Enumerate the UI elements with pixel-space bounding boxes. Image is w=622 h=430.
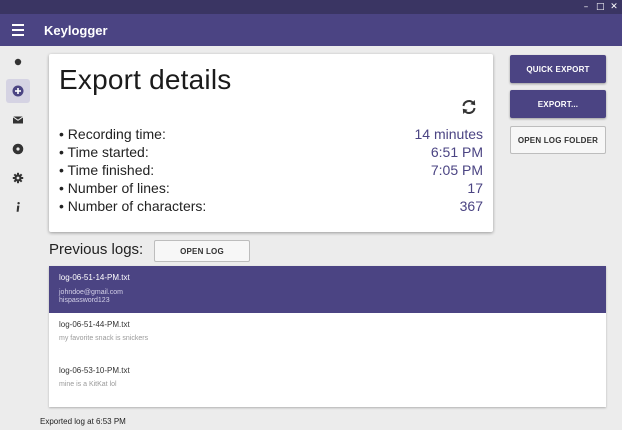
detail-row-time-finished: • Time finished: 7:05 PM	[59, 161, 483, 179]
list-item[interactable]: log-06-53-10-PM.txt mine is a KitKat lol	[49, 359, 606, 407]
list-item[interactable]: log-06-51-44-PM.txt my favorite snack is…	[49, 313, 606, 359]
settings-gear-icon[interactable]	[6, 166, 30, 190]
detail-value: 17	[467, 180, 483, 196]
detail-row-number-of-lines: • Number of lines: 17	[59, 179, 483, 197]
side-navigation	[0, 46, 36, 430]
window-titlebar: – □ ✕	[0, 0, 622, 14]
detail-label: • Time finished:	[59, 162, 155, 178]
log-filename: log-06-51-44-PM.txt	[59, 320, 130, 329]
log-preview-line: mine is a KitKat lol	[59, 381, 117, 388]
detail-label: • Time started:	[59, 144, 149, 160]
list-item[interactable]: log-06-51-14-PM.txt johndoe@gmail.com hi…	[49, 266, 606, 313]
help-circle-icon[interactable]	[6, 137, 30, 161]
previous-logs-label: Previous logs:	[49, 241, 144, 258]
card-title: Export details	[59, 64, 232, 95]
detail-label: • Number of characters:	[59, 198, 207, 214]
open-log-folder-button[interactable]: OPEN LOG FOLDER	[510, 126, 606, 154]
add-circle-icon[interactable]	[6, 79, 30, 103]
log-preview-line: hispassword123	[59, 297, 110, 304]
detail-row-time-started: • Time started: 6:51 PM	[59, 143, 483, 161]
quick-export-button[interactable]: QUICK EXPORT	[510, 55, 606, 83]
refresh-icon[interactable]	[460, 98, 478, 116]
record-dot-icon[interactable]	[6, 50, 30, 74]
hamburger-menu-icon[interactable]	[0, 14, 36, 46]
details-list: • Recording time: 14 minutes • Time star…	[59, 125, 483, 215]
detail-value: 367	[459, 198, 483, 214]
log-preview-line: my favorite snack is snickers	[59, 335, 149, 342]
window-controls: – □ ✕	[582, 0, 618, 14]
log-preview-line: johndoe@gmail.com	[59, 289, 123, 296]
app-title: Keylogger	[44, 22, 108, 38]
detail-label: • Recording time:	[59, 126, 166, 142]
detail-row-recording-time: • Recording time: 14 minutes	[59, 125, 483, 143]
log-list: log-06-51-14-PM.txt johndoe@gmail.com hi…	[49, 266, 606, 407]
app-bar: Keylogger	[0, 14, 622, 46]
status-message: Exported log at 6:53 PM	[40, 417, 126, 426]
mail-icon[interactable]	[6, 108, 30, 132]
export-button[interactable]: EXPORT...	[510, 90, 606, 118]
close-button[interactable]: ✕	[610, 0, 618, 14]
log-filename: log-06-51-14-PM.txt	[59, 273, 130, 282]
info-icon[interactable]	[6, 195, 30, 219]
detail-value: 7:05 PM	[430, 162, 483, 178]
open-log-button[interactable]: OPEN LOG	[154, 240, 250, 262]
export-details-card: Export details • Recording time: 14 minu…	[49, 54, 493, 232]
log-filename: log-06-53-10-PM.txt	[59, 366, 130, 375]
detail-label: • Number of lines:	[59, 180, 170, 196]
maximize-button[interactable]: □	[596, 0, 605, 14]
detail-value: 6:51 PM	[430, 144, 483, 160]
detail-row-number-of-characters: • Number of characters: 367	[59, 197, 483, 215]
minimize-button[interactable]: –	[582, 0, 590, 14]
detail-value: 14 minutes	[414, 126, 483, 142]
